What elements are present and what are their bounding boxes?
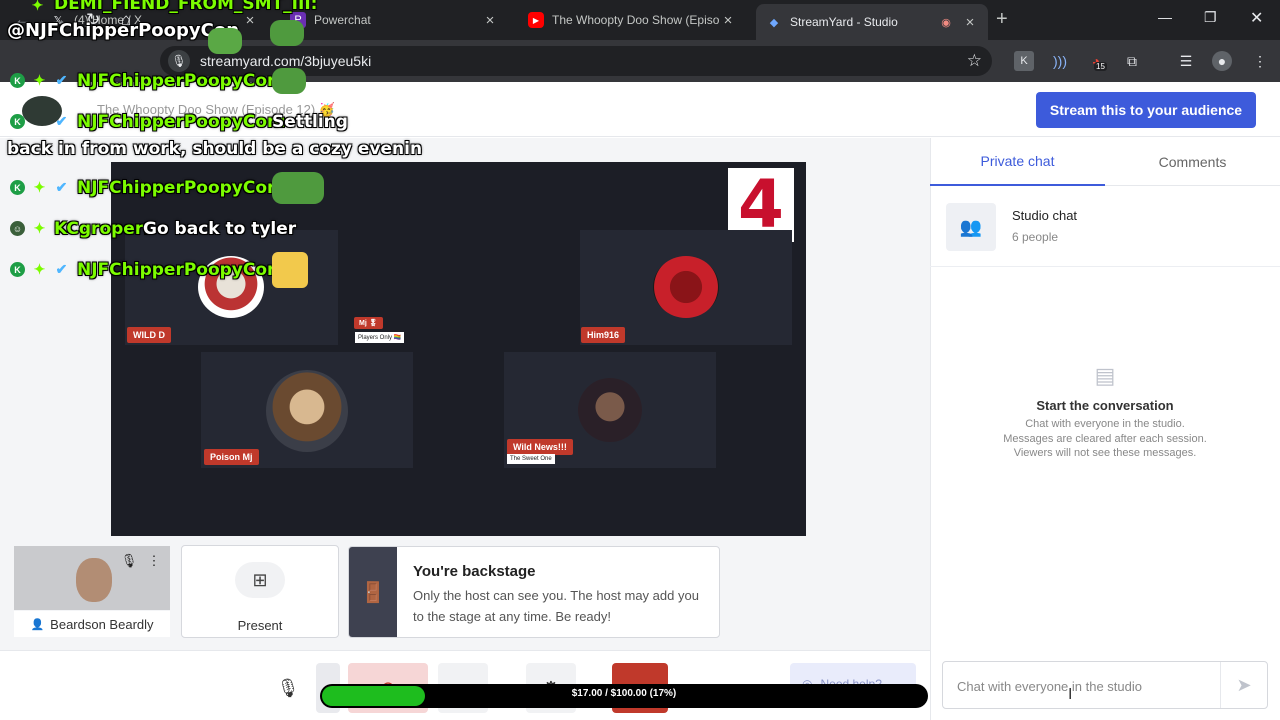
present-label: Present [237,618,283,633]
send-icon[interactable]: ➤ [1220,662,1267,708]
streamyard-icon: ◆ [769,16,779,29]
restore-icon[interactable]: ❐ [1204,9,1217,26]
overlay-chat-message: back in from work, should be a cozy even… [7,139,423,159]
chat-input[interactable] [957,674,1217,698]
participant-subtitle: Players Only 🏳️‍🌈 [355,332,405,343]
participant-avatar [653,256,719,318]
overlay-chat-user: DEMI_FIEND_FROM_SMT_III: [54,0,318,14]
backstage-notice: 🚪 You're backstage Only the host can see… [348,546,720,638]
participant-nametag: Poison Mj [204,449,259,465]
empty-chat-heading: Start the conversation [1036,398,1174,413]
sub-badge-icon: ✦ [33,72,46,88]
participant-nametag: WILD D [127,327,171,343]
microphone-icon[interactable]: 🎙 [119,551,139,571]
profile-avatar-icon[interactable]: ● [1212,51,1232,71]
k-badge-icon: K [10,262,25,277]
overlay-chat-user: NJFChipperPoopyCon: [77,260,286,280]
browser-menu-icon[interactable]: ⋮ [1250,51,1270,71]
participant-avatar [578,378,642,442]
k-badge-icon: K [10,73,25,88]
overlay-chat-user: NJFChipperPoopyCon: [77,71,286,91]
participant-nametag: Mj 🎖 [354,317,383,329]
frog-emote-icon [270,20,304,46]
tab-comments[interactable]: Comments [1105,138,1280,186]
media-controls-icon[interactable]: ☰ [1176,51,1196,71]
participant-avatar [266,370,348,452]
frog-emote-icon [272,68,306,94]
bookmark-star-icon[interactable]: ☆ [967,51,982,71]
new-tab-button[interactable]: + [996,8,1008,31]
extensions-puzzle-icon[interactable]: ⧉ [1122,51,1142,71]
tab-private-chat[interactable]: Private chat [930,138,1105,186]
verified-badge-icon: ✔ [55,113,68,129]
stream-to-audience-button[interactable]: Stream this to your audience [1036,92,1256,128]
verified-badge-icon: ✔ [55,72,68,88]
minimize-icon[interactable]: — [1158,9,1172,25]
overlay-chat-user: KCgroper: [54,219,150,239]
overlay-chat-message: Go back to tyler [143,219,297,239]
verified-badge-icon: ✔ [55,261,68,277]
donation-goal-label: $17.00 / $100.00 (17%) [571,688,677,699]
close-tab-icon[interactable]: × [962,14,978,31]
close-tab-icon[interactable]: × [242,12,258,29]
youtube-icon: ▶ [528,12,544,28]
verified-badge-icon: ✔ [55,179,68,195]
overlay-chat-user: NJFChipperPoopyCon: [77,112,286,132]
studio-chat-title: Studio chat [1012,208,1078,223]
participant-nametag: Him916 [581,327,626,343]
chat-bubble-icon: ▤ [1094,363,1116,388]
recording-icon: ◉ [941,16,951,29]
tab-streamyard-studio[interactable]: ◆ StreamYard - Studio ◉ × [756,4,988,40]
text-cursor-icon: I [1068,686,1073,703]
participant-nametag: Wild News!!! [507,439,573,455]
studio-chat-count: 6 people [1012,230,1059,244]
close-tab-icon[interactable]: × [482,12,498,29]
self-video-face [76,558,112,602]
self-name-label: 👤 Beardson Beardly [14,611,170,637]
backstage-heading: You're backstage [413,563,536,580]
door-icon: 🚪 [349,547,397,637]
close-window-icon[interactable]: ✕ [1250,8,1263,28]
laughing-emote-icon [272,252,308,288]
close-tab-icon[interactable]: × [720,12,736,29]
frog-emote-icon [208,28,242,54]
overlay-chat-mention: @NJFChipperPoopyCon [7,20,240,41]
backstage-text: Only the host can see you. The host may … [413,588,699,624]
frog-emote-icon [272,172,324,204]
tab-youtube-whoopty-doo[interactable]: ▶ The Whoopty Doo Show (Episo × [518,6,746,34]
overlay-chat-message: Settling [272,112,348,132]
sub-badge-icon: ✦ [33,220,46,236]
participant-subtitle: The Sweet One [507,454,555,464]
extension-k-icon[interactable]: K [1014,51,1034,71]
more-options-icon[interactable]: ⋮ [144,551,164,571]
present-screen-icon[interactable]: ⊞ [235,562,285,598]
mute-mic-icon[interactable]: 🎙 [263,663,313,713]
user-avatar-icon: ☺ [10,221,25,236]
people-group-icon: 👥 [946,203,996,251]
microphone-permission-icon[interactable]: 🎙 [168,50,190,72]
sub-badge-icon: ✦ [33,179,46,195]
extension-audio-icon[interactable]: ))) [1050,51,1070,71]
overlay-chat-user: NJFChipperPoopyCon: [77,178,286,198]
sub-badge-icon: ✦ [33,261,46,277]
k-badge-icon: K [10,180,25,195]
person-icon: 👤 [30,618,45,631]
sub-badge-icon: ✦ [31,0,44,13]
empty-chat-text: Chat with everyone in the studio. Messag… [1003,418,1207,459]
